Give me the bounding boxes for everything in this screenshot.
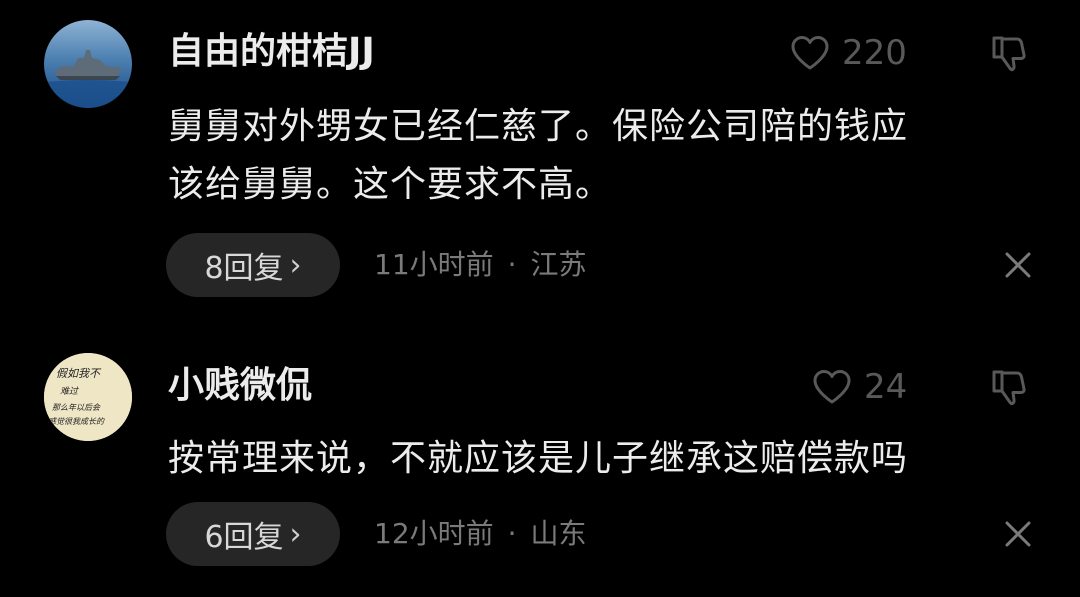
close-x-icon [1005,521,1031,547]
replies-button[interactable]: 6回复 › [166,502,340,566]
comment-text-line: 舅舅对外甥女已经仁慈了。保险公司陪的钱应 [168,106,909,147]
comment-meta: 12小时前 · 山东 [374,514,587,554]
location: 江苏 [530,248,587,281]
chevron-right-icon: › [289,247,302,283]
comment-text-line: 按常理来说，不就应该是儿子继承这赔偿款吗 [168,438,909,479]
comment-text: 舅舅对外甥女已经仁慈了。保险公司陪的钱应 该给舅舅。这个要求不高。 [168,98,1048,214]
avatar-text-line: 假如我不 [56,367,102,380]
dislike-button[interactable] [990,367,1030,407]
like-button[interactable]: 24 [812,367,907,407]
handwriting-avatar-icon: 假如我不 难过 那么年以后会 感觉很我成长的 [44,353,132,441]
replies-label: 6回复 [204,520,284,555]
timestamp: 11小时前 [374,248,494,281]
location: 山东 [530,517,587,550]
warship-avatar-icon [44,20,132,108]
replies-label: 8回复 [204,251,284,286]
timestamp: 12小时前 [374,517,494,550]
thumbs-down-icon [992,36,1026,72]
heart-outline-icon [813,370,851,404]
thumbs-down-icon [992,370,1026,406]
avatar-text-line: 感觉很我成长的 [48,417,105,426]
comment-item: 假如我不 难过 那么年以后会 感觉很我成长的 小贱微侃 24 按常理来说，不就应… [0,340,1080,597]
avatar[interactable] [44,20,132,108]
avatar[interactable]: 假如我不 难过 那么年以后会 感觉很我成长的 [44,353,132,441]
comment-text: 按常理来说，不就应该是儿子继承这赔偿款吗 [168,430,1048,488]
avatar-text-line: 那么年以后会 [52,403,101,412]
close-button[interactable] [1004,520,1032,548]
like-count: 220 [842,33,907,73]
like-count: 24 [864,367,908,407]
comment-meta: 11小时前 · 江苏 [374,245,587,285]
username[interactable]: 小贱微侃 [168,364,312,408]
like-button[interactable]: 220 [790,33,907,73]
replies-button[interactable]: 8回复 › [166,233,340,297]
close-x-icon [1005,252,1031,278]
comment-item: 自由的柑桔JJ 220 舅舅对外甥女已经仁慈了。保险公司陪的钱应 该给舅舅。这个… [0,0,1080,300]
close-button[interactable] [1004,251,1032,279]
heart-outline-icon [791,36,829,70]
username[interactable]: 自由的柑桔JJ [168,30,375,74]
meta-separator: · [507,248,517,281]
chevron-right-icon: › [289,516,302,552]
avatar-text-line: 难过 [60,386,79,397]
comment-text-line: 该给舅舅。这个要求不高。 [168,164,613,205]
meta-separator: · [507,517,517,550]
dislike-button[interactable] [990,33,1030,73]
